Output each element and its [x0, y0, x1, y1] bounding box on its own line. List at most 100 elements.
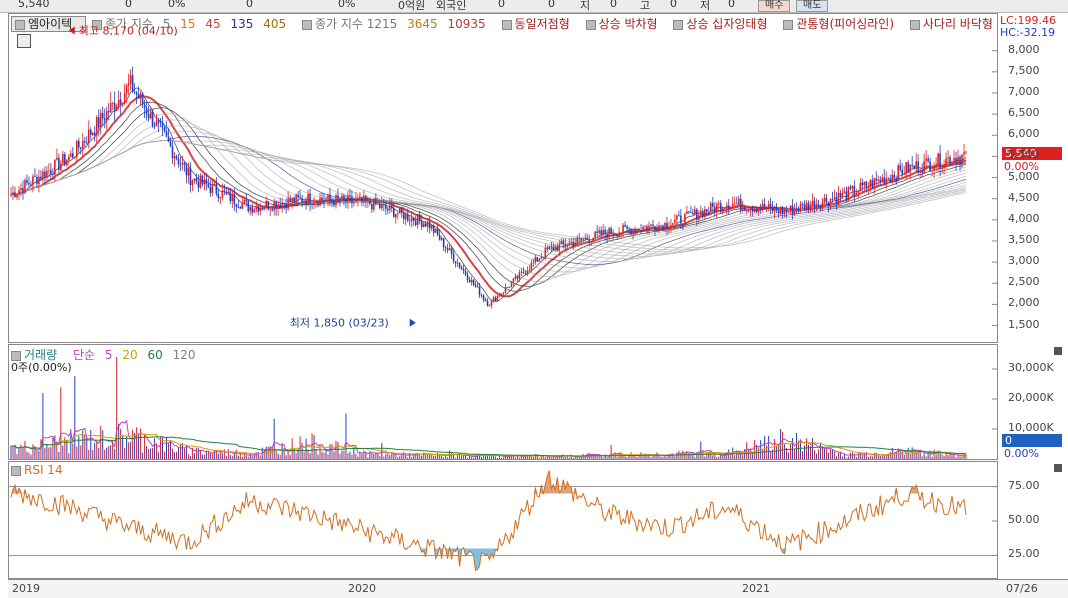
candle-body	[32, 176, 34, 185]
candle-body	[319, 198, 321, 206]
candle-body	[377, 204, 379, 205]
volume-last-tag: 0	[1002, 434, 1062, 447]
candle-body	[73, 156, 76, 158]
candle-body	[93, 132, 96, 136]
moving-average-line	[10, 101, 967, 292]
candle-body	[785, 209, 788, 213]
panel-max-icon[interactable]	[1054, 464, 1062, 472]
candle-body	[46, 170, 48, 179]
candle-body	[596, 231, 598, 233]
candle-body	[225, 191, 228, 194]
candle-body	[805, 202, 808, 211]
candle-body	[30, 184, 32, 186]
y-tick-label: 10,000K	[1008, 421, 1054, 434]
candle-body	[745, 210, 748, 212]
candle-body	[424, 223, 427, 227]
candle-body	[211, 184, 214, 193]
y-tick-label: 5,000	[1008, 169, 1040, 183]
candle-body	[490, 300, 493, 306]
candle-body	[704, 209, 706, 217]
candle-body	[747, 210, 750, 212]
candle-body	[668, 228, 670, 230]
candle-body	[887, 178, 890, 180]
candle-body	[684, 213, 686, 225]
candle-body	[48, 170, 50, 172]
candle-body	[857, 191, 860, 194]
panel-max-icon[interactable]	[1054, 347, 1062, 355]
quote-cell: 고	[640, 0, 651, 12]
y-tick-label: 25.00	[1008, 547, 1040, 561]
candle-body	[592, 237, 594, 242]
candle-body	[420, 220, 423, 227]
candle-body	[783, 209, 786, 214]
candle-body	[757, 208, 760, 213]
candle-body	[588, 239, 590, 243]
candle-body	[542, 257, 545, 258]
candle-body	[831, 199, 834, 200]
candle-body	[265, 201, 267, 208]
candle-body	[819, 205, 822, 209]
candle-body	[763, 203, 766, 209]
candle-body	[197, 181, 200, 188]
candle-body	[379, 204, 381, 209]
candle-body	[939, 153, 941, 169]
candle-body	[416, 214, 419, 226]
candle-body	[670, 225, 672, 229]
candle-body	[361, 196, 363, 202]
candle-body	[929, 161, 931, 172]
volume-chart	[10, 357, 997, 459]
candle-body	[851, 186, 854, 189]
candle-body	[215, 184, 218, 194]
candle-body	[169, 141, 172, 147]
candle-body	[534, 257, 537, 263]
candle-body	[600, 230, 602, 235]
candle-body	[576, 237, 579, 243]
volume-panel: 거래량 단순 5 20 60 120 0주(0.00%)	[8, 344, 998, 460]
candle-body	[692, 212, 694, 215]
candle-body	[249, 207, 252, 211]
candle-body	[173, 156, 176, 159]
candle-body	[257, 206, 260, 212]
quote-cell: 외국인	[436, 0, 467, 12]
low-arrow-icon	[409, 318, 416, 327]
buy-button[interactable]: 매수	[758, 0, 791, 12]
candle-body	[835, 197, 838, 204]
candle-body	[474, 284, 477, 287]
candle-body	[339, 198, 341, 201]
candle-body	[52, 174, 54, 175]
candle-body	[77, 140, 80, 148]
candle-body	[781, 206, 784, 214]
candle-body	[955, 158, 957, 164]
candle-body	[911, 164, 913, 166]
quote-cell: 0	[548, 0, 555, 10]
candle-body	[432, 225, 435, 233]
candle-body	[729, 206, 732, 209]
x-tick: 2019	[12, 582, 40, 595]
candle-body	[504, 287, 507, 293]
candle-body	[733, 203, 736, 205]
candle-body	[488, 305, 491, 307]
candle-body	[660, 225, 662, 227]
sell-button[interactable]: 매도	[796, 0, 829, 12]
candle-body	[696, 209, 698, 220]
candle-body	[315, 201, 317, 204]
candle-body	[129, 75, 132, 84]
candle-body	[837, 192, 840, 204]
candle-body	[193, 178, 196, 181]
candle-body	[869, 180, 872, 187]
candle-body	[873, 178, 876, 189]
candle-body	[554, 246, 557, 251]
candle-body	[678, 215, 680, 217]
candle-body	[317, 201, 319, 206]
y-tick-label: 50.00	[1008, 513, 1040, 526]
candle-body	[369, 198, 371, 204]
candle-body	[291, 197, 293, 203]
candle-body	[702, 210, 704, 217]
candle-body	[365, 196, 367, 201]
candle-body	[398, 207, 401, 214]
candle-body	[321, 198, 323, 201]
candle-body	[456, 262, 459, 264]
candle-body	[777, 210, 780, 214]
candle-body	[60, 163, 62, 170]
x-tick: 2020	[348, 582, 376, 595]
